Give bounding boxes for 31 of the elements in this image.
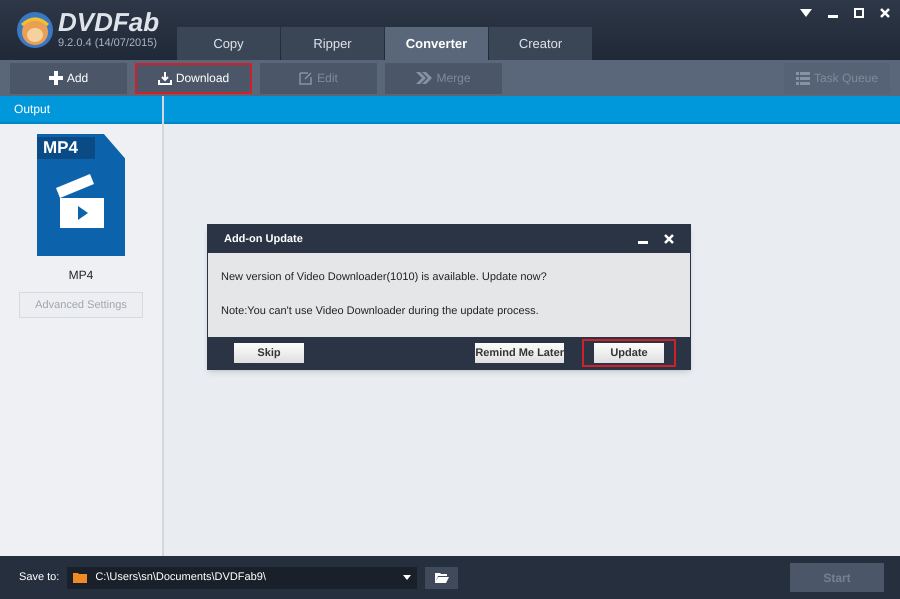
dialog-note: Note:You can't use Video Downloader during the update process.	[221, 304, 540, 318]
mode-tab[interactable]: Copy	[177, 27, 280, 60]
list-icon	[796, 71, 810, 85]
maximize-icon[interactable]	[854, 8, 864, 18]
download-icon	[158, 71, 172, 85]
mode-tab[interactable]: Converter	[385, 27, 488, 60]
close-icon[interactable]	[880, 8, 890, 18]
mp4-file-icon[interactable]: MP4	[37, 134, 125, 256]
mode-tab[interactable]: Ripper	[281, 27, 384, 60]
dialog-button[interactable]: Update	[582, 339, 676, 367]
mode-tab[interactable]: Creator	[489, 27, 592, 60]
toolbar-button[interactable]: Add	[10, 62, 127, 94]
dropdown-icon[interactable]	[800, 9, 812, 17]
edit-icon	[299, 71, 314, 85]
app-logo-text: DVDFab	[58, 8, 160, 35]
browse-folder-button[interactable]	[425, 566, 458, 588]
output-header: Output	[0, 96, 162, 124]
save-path-dropdown[interactable]: C:\Users\sn\Documents\DVDFab9\	[67, 566, 418, 588]
caret-icon	[403, 575, 412, 580]
dialog-title: Add-on Update	[224, 232, 303, 247]
format-label: MP4	[68, 267, 94, 284]
app-version: 9.2.0.4 (14/07/2015)	[58, 36, 158, 51]
dialog-message: New version of Video Downloader(1010) is available. Update now?	[221, 270, 548, 285]
folder-icon	[434, 572, 449, 583]
folder-icon	[73, 572, 88, 583]
close-icon[interactable]	[664, 234, 674, 244]
save-to-label: Save to:	[19, 570, 60, 586]
merge-arrow-icon	[416, 72, 432, 84]
monkey-logo-icon	[16, 11, 54, 49]
toolbar-button[interactable]: Download	[135, 62, 252, 94]
plus-icon	[48, 71, 63, 85]
